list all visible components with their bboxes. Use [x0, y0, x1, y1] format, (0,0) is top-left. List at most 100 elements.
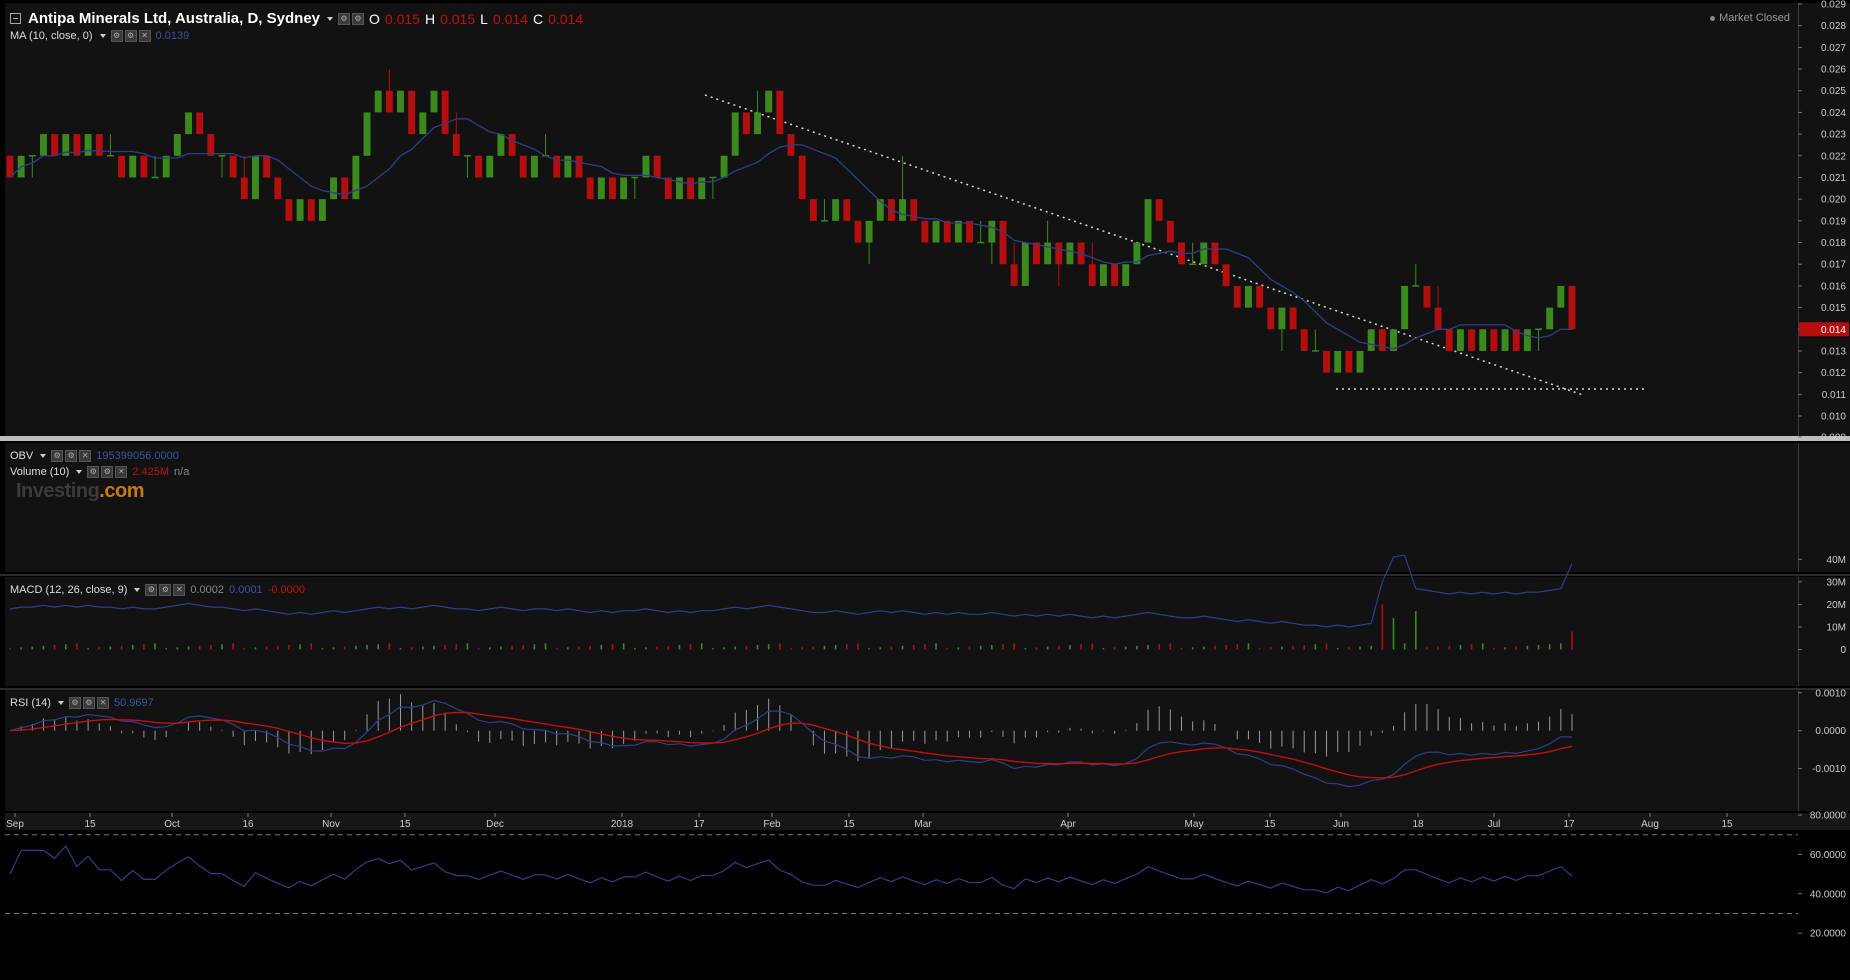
settings-icon[interactable]: ⚙: [145, 584, 158, 596]
volume-extra: n/a: [174, 466, 190, 478]
volume-bar: [1269, 647, 1272, 650]
price-tick-label: 0.019: [1821, 216, 1846, 227]
close-icon[interactable]: ✕: [138, 30, 151, 42]
candle-down: [452, 134, 460, 156]
volume-bar: [1225, 644, 1227, 650]
candle-down: [1211, 242, 1219, 265]
rsi-tick-label: 80.0000: [1810, 811, 1847, 822]
volume-bar: [433, 645, 435, 650]
candle-down: [475, 155, 483, 178]
settings-icon[interactable]: ⚙: [82, 697, 95, 709]
candle-down: [1233, 285, 1241, 308]
candle-down: [609, 177, 616, 200]
settings-icon[interactable]: ⚙: [87, 466, 100, 478]
candle-up: [698, 177, 706, 200]
candle-up: [731, 112, 739, 156]
chevron-down-icon[interactable]: [57, 701, 64, 705]
macd-label[interactable]: MACD (12, 26, close, 9): [10, 584, 127, 596]
candle-down: [1423, 285, 1431, 308]
price-tick-label: 0.012: [1821, 368, 1846, 379]
volume-bar: [745, 645, 748, 650]
settings-icon[interactable]: ⚙: [124, 30, 137, 42]
volume-bar: [455, 644, 458, 650]
volume-bar: [634, 648, 636, 650]
volume-bar: [1415, 611, 1417, 650]
volume-bar: [187, 646, 190, 650]
obv-label[interactable]: OBV: [10, 450, 33, 462]
volume-bar: [53, 644, 56, 650]
price-tick-label: 0.018: [1821, 238, 1846, 249]
volume-bar: [444, 644, 446, 650]
volume-bar: [500, 646, 502, 650]
settings-icon[interactable]: ⚙: [110, 30, 123, 42]
close-icon[interactable]: ✕: [96, 697, 109, 709]
volume-bar: [366, 644, 368, 650]
settings-icon[interactable]: ⚙: [338, 12, 351, 25]
rsi-label[interactable]: RSI (14): [10, 697, 51, 709]
candle-down: [653, 155, 661, 178]
ohlc-high-value: 0.015: [440, 10, 476, 27]
volume-bar: [355, 645, 357, 650]
settings-icon[interactable]: ⚙: [101, 466, 114, 478]
candle-down: [1434, 307, 1442, 330]
volume-bar: [1370, 645, 1372, 650]
volume-bar: [1359, 646, 1361, 650]
volume-bar: [477, 648, 480, 650]
volume-bar: [310, 643, 313, 650]
chevron-down-icon[interactable]: [76, 470, 83, 474]
collapse-icon[interactable]: [10, 13, 21, 24]
volume-bar: [221, 644, 223, 650]
volume-bar: [1504, 647, 1506, 650]
volume-bar: [265, 646, 268, 650]
candle-up: [397, 90, 404, 113]
volume-bar: [98, 647, 101, 650]
volume-bar: [1448, 645, 1451, 650]
candle-down: [776, 90, 784, 135]
candle-up: [765, 90, 773, 113]
close-icon[interactable]: ✕: [173, 584, 186, 596]
settings-icon[interactable]: ⚙: [159, 584, 172, 596]
volume-bar: [1348, 647, 1350, 650]
price-tick-label: 0.000: [1821, 433, 1846, 444]
volume-bar: [1392, 617, 1395, 650]
price-tick-label: 0.010: [1821, 412, 1846, 423]
ohlc-low-value: 0.014: [492, 10, 528, 27]
candle-up: [363, 112, 371, 156]
candle-up: [1546, 307, 1554, 330]
time-tick-label: Dec: [486, 819, 504, 830]
candle-down: [1323, 350, 1331, 373]
close-icon[interactable]: ✕: [79, 450, 92, 462]
volume-bar: [946, 648, 948, 650]
volume-label[interactable]: Volume (10): [10, 466, 69, 478]
ma-legend: MA (10, close, 0) ⚙ ⚙ ✕ 0.0139: [10, 30, 189, 42]
settings-icon[interactable]: ⚙: [352, 12, 365, 25]
candle-up: [106, 155, 114, 157]
chevron-down-icon[interactable]: [327, 16, 334, 21]
time-tick-label: Feb: [763, 819, 781, 830]
candle-up: [620, 177, 628, 200]
chevron-down-icon[interactable]: [134, 588, 141, 592]
volume-bar: [388, 643, 391, 650]
settings-icon[interactable]: ⚙: [68, 697, 81, 709]
price-tick-label: 0.028: [1821, 21, 1846, 32]
volume-tick-label: 40M: [1827, 555, 1846, 566]
candle-up: [185, 112, 192, 135]
price-tick-label: 0.013: [1821, 346, 1846, 357]
price-tick-label: 0.027: [1821, 43, 1846, 54]
time-tick-label: May: [1185, 819, 1204, 830]
volume-bar: [578, 646, 580, 650]
settings-icon[interactable]: ⚙: [65, 450, 78, 462]
price-tick-label: 0.011: [1822, 390, 1847, 401]
ma-label[interactable]: MA (10, close, 0): [10, 30, 93, 42]
settings-icon[interactable]: ⚙: [51, 450, 64, 462]
candle-up: [932, 220, 940, 243]
volume-bar: [1136, 645, 1138, 650]
instrument-title[interactable]: Antipa Minerals Ltd, Australia, D, Sydne…: [28, 10, 320, 27]
volume-bar: [1035, 647, 1038, 650]
chevron-down-icon[interactable]: [99, 34, 106, 38]
chevron-down-icon[interactable]: [40, 454, 47, 458]
volume-bar: [1024, 648, 1027, 650]
candle-up: [1367, 329, 1375, 351]
volume-bar: [935, 643, 937, 650]
close-icon[interactable]: ✕: [115, 466, 128, 478]
